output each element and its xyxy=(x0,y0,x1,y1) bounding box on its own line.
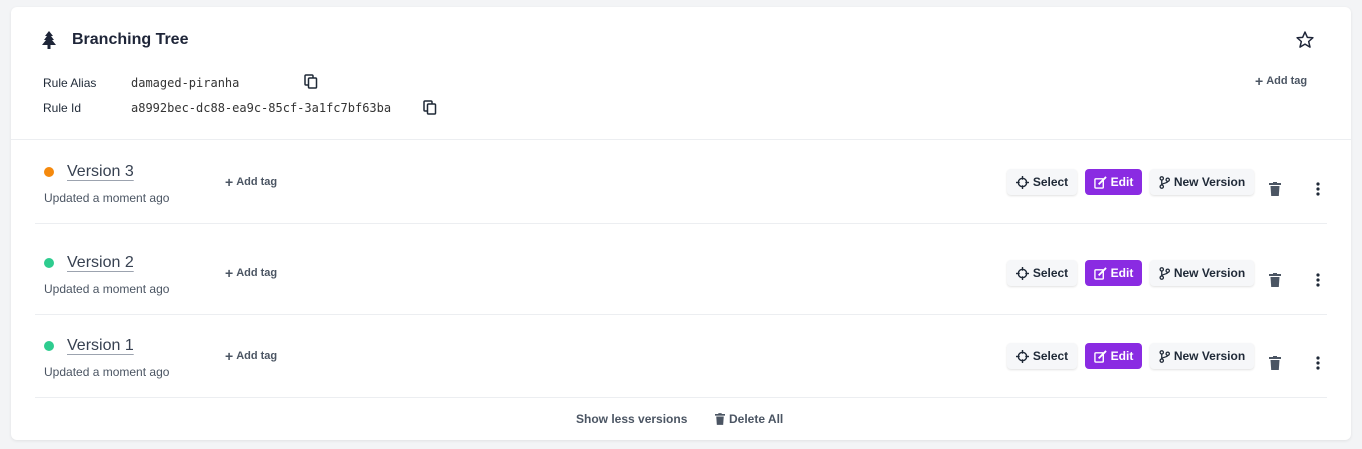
rule-alias-label: Rule Alias xyxy=(43,76,97,90)
new-version-label: New Version xyxy=(1173,349,1246,363)
version-updated-text: Updated a moment ago xyxy=(44,365,170,379)
select-label: Select xyxy=(1032,266,1069,280)
new-version-label: New Version xyxy=(1173,266,1246,280)
rule-id-label: Rule Id xyxy=(43,101,82,115)
show-less-versions-link[interactable]: Show less versions xyxy=(576,412,687,426)
crosshair-icon xyxy=(1015,266,1029,280)
star-icon[interactable] xyxy=(1295,30,1315,50)
plus-icon: + xyxy=(225,265,234,281)
copy-icon[interactable] xyxy=(423,100,437,115)
edit-icon xyxy=(1093,175,1107,189)
kebab-icon[interactable] xyxy=(1315,356,1321,370)
rule-id-value: a8992bec-dc88-ea9c-85cf-3a1fc7bf63ba xyxy=(131,101,392,115)
rule-card: Branching Tree Rule Alias damaged-piranh… xyxy=(11,7,1351,440)
delete-all-label: Delete All xyxy=(729,412,784,426)
add-tag-label: Add tag xyxy=(236,350,278,362)
status-dot xyxy=(44,341,54,351)
trash-icon[interactable] xyxy=(1269,273,1281,287)
status-dot xyxy=(44,167,54,177)
branch-icon xyxy=(1159,175,1170,189)
trash-icon[interactable] xyxy=(1269,182,1281,196)
select-button[interactable]: Select xyxy=(1007,260,1077,286)
version-name-link[interactable]: Version 3 xyxy=(67,163,134,181)
edit-icon xyxy=(1093,266,1107,280)
select-button[interactable]: Select xyxy=(1007,169,1077,195)
edit-button[interactable]: Edit xyxy=(1085,260,1142,286)
version-name-link[interactable]: Version 1 xyxy=(67,337,134,355)
edit-button[interactable]: Edit xyxy=(1085,343,1142,369)
tree-icon xyxy=(42,31,56,49)
rule-add-tag-button[interactable]: + Add tag xyxy=(1255,73,1308,89)
edit-label: Edit xyxy=(1110,349,1134,363)
delete-all-button[interactable]: Delete All xyxy=(715,412,783,426)
version-row: Version 2 Updated a moment ago + Add tag… xyxy=(35,224,1327,315)
crosshair-icon xyxy=(1015,349,1029,363)
select-label: Select xyxy=(1032,175,1069,189)
kebab-icon[interactable] xyxy=(1315,273,1321,287)
new-version-button[interactable]: New Version xyxy=(1150,260,1254,286)
kebab-icon[interactable] xyxy=(1315,182,1321,196)
add-tag-label: Add tag xyxy=(236,176,278,188)
status-dot xyxy=(44,258,54,268)
version-name-link[interactable]: Version 2 xyxy=(67,254,134,272)
crosshair-icon xyxy=(1015,175,1029,189)
trash-icon xyxy=(715,413,725,425)
edit-label: Edit xyxy=(1110,266,1134,280)
rule-header: Branching Tree Rule Alias damaged-piranh… xyxy=(11,7,1351,140)
plus-icon: + xyxy=(1255,73,1264,89)
add-tag-label: Add tag xyxy=(236,267,278,279)
trash-icon[interactable] xyxy=(1269,356,1281,370)
version-row: Version 1 Updated a moment ago + Add tag… xyxy=(35,315,1327,398)
plus-icon: + xyxy=(225,348,234,364)
version-add-tag-button[interactable]: + Add tag xyxy=(225,348,278,364)
version-add-tag-button[interactable]: + Add tag xyxy=(225,174,278,190)
version-row: Version 3 Updated a moment ago + Add tag… xyxy=(35,141,1327,224)
show-less-label: Show less versions xyxy=(576,412,688,426)
rule-title: Branching Tree xyxy=(72,31,189,48)
plus-icon: + xyxy=(225,174,234,190)
edit-icon xyxy=(1093,349,1107,363)
version-updated-text: Updated a moment ago xyxy=(44,282,170,296)
select-button[interactable]: Select xyxy=(1007,343,1077,369)
edit-button[interactable]: Edit xyxy=(1085,169,1142,195)
branch-icon xyxy=(1159,349,1170,363)
copy-icon[interactable] xyxy=(304,74,318,89)
branch-icon xyxy=(1159,266,1170,280)
new-version-button[interactable]: New Version xyxy=(1150,169,1254,195)
new-version-label: New Version xyxy=(1173,175,1246,189)
rule-alias-value: damaged-piranha xyxy=(131,76,240,90)
version-updated-text: Updated a moment ago xyxy=(44,191,170,205)
add-tag-label: Add tag xyxy=(1266,75,1308,87)
version-add-tag-button[interactable]: + Add tag xyxy=(225,265,278,281)
select-label: Select xyxy=(1032,349,1069,363)
edit-label: Edit xyxy=(1110,175,1134,189)
new-version-button[interactable]: New Version xyxy=(1150,343,1254,369)
